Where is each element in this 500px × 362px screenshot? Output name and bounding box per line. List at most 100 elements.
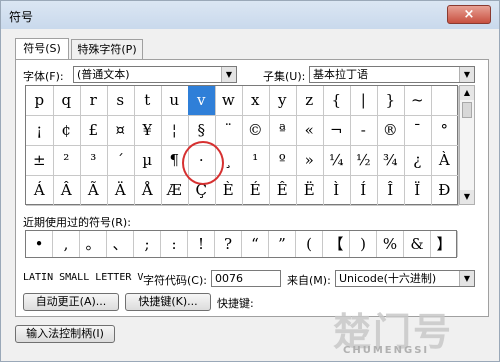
symbol-cell[interactable]: À xyxy=(431,146,459,176)
symbol-cell[interactable] xyxy=(431,86,459,116)
symbol-cell[interactable]: { xyxy=(323,86,351,116)
recent-symbol-cell[interactable]: 【 xyxy=(323,231,350,257)
symbol-cell[interactable]: ½ xyxy=(350,146,378,176)
symbol-cell[interactable]: Á xyxy=(26,176,54,206)
symbol-cell[interactable]: ¡ xyxy=(26,116,54,146)
tab-special-characters[interactable]: 特殊字符(P) xyxy=(71,39,143,59)
symbol-cell[interactable]: ¼ xyxy=(323,146,351,176)
symbol-cell[interactable]: u xyxy=(161,86,189,116)
symbol-cell[interactable]: ® xyxy=(377,116,405,146)
symbol-cell[interactable]: ¬ xyxy=(323,116,351,146)
chevron-down-icon: ▼ xyxy=(459,67,474,82)
symbol-cell[interactable]: Ê xyxy=(269,176,297,206)
symbol-cell[interactable]: ¤ xyxy=(107,116,135,146)
symbol-cell[interactable]: Í xyxy=(350,176,378,206)
symbol-cell[interactable]: Ì xyxy=(323,176,351,206)
subset-select[interactable]: 基本拉丁语 ▼ xyxy=(309,66,475,83)
symbol-cell[interactable]: y xyxy=(269,86,297,116)
scroll-down-icon[interactable]: ▼ xyxy=(460,190,474,204)
recent-symbol-cell[interactable]: ! xyxy=(188,231,215,257)
font-value: (普通文本) xyxy=(77,68,130,81)
symbol-cell[interactable]: } xyxy=(377,86,405,116)
recent-symbols-label: 近期使用过的符号(R): xyxy=(23,216,131,229)
chevron-down-icon: ▼ xyxy=(221,67,236,82)
autocorrect-button[interactable]: 自动更正(A)... xyxy=(23,293,119,311)
symbol-cell[interactable]: w xyxy=(215,86,243,116)
recent-symbol-cell[interactable]: 、 xyxy=(107,231,134,257)
symbol-cell[interactable]: z xyxy=(296,86,324,116)
recent-symbol-cell[interactable]: ( xyxy=(296,231,323,257)
symbol-cell[interactable]: Æ xyxy=(161,176,189,206)
recent-symbol-cell[interactable]: ” xyxy=(269,231,296,257)
recent-symbol-cell[interactable]: ? xyxy=(215,231,242,257)
symbol-cell[interactable]: ¯ xyxy=(404,116,432,146)
symbol-cell[interactable]: Ã xyxy=(80,176,108,206)
symbol-cell[interactable]: - xyxy=(350,116,378,146)
from-label: 来自(M): xyxy=(287,274,331,287)
symbol-cell[interactable]: ° xyxy=(431,116,459,146)
from-select[interactable]: Unicode(十六进制) ▼ xyxy=(335,270,475,287)
symbol-cell[interactable]: Ï xyxy=(404,176,432,206)
symbol-cell[interactable]: Â xyxy=(53,176,81,206)
symbol-cell[interactable]: Ë xyxy=(296,176,324,206)
dialog-title: 符号 xyxy=(9,10,34,24)
symbol-cell[interactable]: £ xyxy=(80,116,108,146)
recent-symbol-cell[interactable]: ) xyxy=(350,231,377,257)
recent-symbols-row: •,。、;:!? “”(【)% &】 xyxy=(25,230,458,258)
font-select[interactable]: (普通文本) ▼ xyxy=(73,66,237,83)
symbol-cell[interactable]: ± xyxy=(26,146,54,176)
symbol-cell[interactable]: s xyxy=(107,86,135,116)
symbol-cell[interactable]: « xyxy=(296,116,324,146)
symbol-cell[interactable]: ¢ xyxy=(53,116,81,146)
symbol-cell[interactable]: | xyxy=(350,86,378,116)
symbol-cell[interactable]: p xyxy=(26,86,54,116)
symbol-cell[interactable]: É xyxy=(242,176,270,206)
symbol-cell[interactable]: ¦ xyxy=(161,116,189,146)
symbol-cell[interactable]: x xyxy=(242,86,270,116)
symbol-cell[interactable]: v xyxy=(188,86,216,116)
close-icon: × xyxy=(463,7,475,22)
symbol-cell[interactable]: µ xyxy=(134,146,162,176)
scroll-up-icon[interactable]: ▲ xyxy=(460,86,474,100)
recent-symbol-cell[interactable]: “ xyxy=(242,231,269,257)
recent-symbol-cell[interactable]: 】 xyxy=(431,231,458,257)
recent-symbol-cell[interactable]: 。 xyxy=(80,231,107,257)
close-button[interactable]: × xyxy=(447,5,491,24)
symbol-cell[interactable]: © xyxy=(242,116,270,146)
recent-symbol-cell[interactable]: & xyxy=(404,231,431,257)
symbol-cell[interactable]: Ð xyxy=(431,176,459,206)
symbol-cell[interactable]: Î xyxy=(377,176,405,206)
symbol-cell[interactable]: ³ xyxy=(80,146,108,176)
symbol-cell[interactable]: ² xyxy=(53,146,81,176)
chevron-down-icon: ▼ xyxy=(459,271,474,286)
from-value: Unicode(十六进制) xyxy=(339,272,437,285)
recent-symbol-cell[interactable]: • xyxy=(26,231,53,257)
symbol-cell[interactable]: º xyxy=(269,146,297,176)
recent-symbol-cell[interactable]: ; xyxy=(134,231,161,257)
symbol-cell[interactable]: Å xyxy=(134,176,162,206)
symbol-cell[interactable]: ¥ xyxy=(134,116,162,146)
symbol-cell[interactable]: È xyxy=(215,176,243,206)
recent-symbol-cell[interactable]: % xyxy=(377,231,404,257)
recent-symbol-cell[interactable]: , xyxy=(53,231,80,257)
symbol-cell[interactable]: ª xyxy=(269,116,297,146)
shortcut-key-button[interactable]: 快捷键(K)... xyxy=(125,293,211,311)
symbol-cell[interactable]: Ä xyxy=(107,176,135,206)
char-code-input[interactable]: 0076 xyxy=(211,270,281,287)
ime-control-button[interactable]: 输入法控制柄(I) xyxy=(15,325,115,343)
symbol-cell[interactable]: ¹ xyxy=(242,146,270,176)
symbol-cell[interactable]: q xyxy=(53,86,81,116)
symbol-cell[interactable]: ´ xyxy=(107,146,135,176)
subset-label: 子集(U): xyxy=(263,70,306,83)
symbol-cell[interactable]: ~ xyxy=(404,86,432,116)
symbol-grid-scrollbar[interactable]: ▲ ▼ xyxy=(459,85,475,205)
symbol-cell[interactable]: ¨ xyxy=(215,116,243,146)
tab-symbols[interactable]: 符号(S) xyxy=(15,38,69,60)
scroll-thumb[interactable] xyxy=(462,102,472,118)
symbol-cell[interactable]: r xyxy=(80,86,108,116)
symbol-cell[interactable]: ¾ xyxy=(377,146,405,176)
symbol-cell[interactable]: t xyxy=(134,86,162,116)
symbol-cell[interactable]: » xyxy=(296,146,324,176)
symbol-cell[interactable]: ¿ xyxy=(404,146,432,176)
recent-symbol-cell[interactable]: : xyxy=(161,231,188,257)
